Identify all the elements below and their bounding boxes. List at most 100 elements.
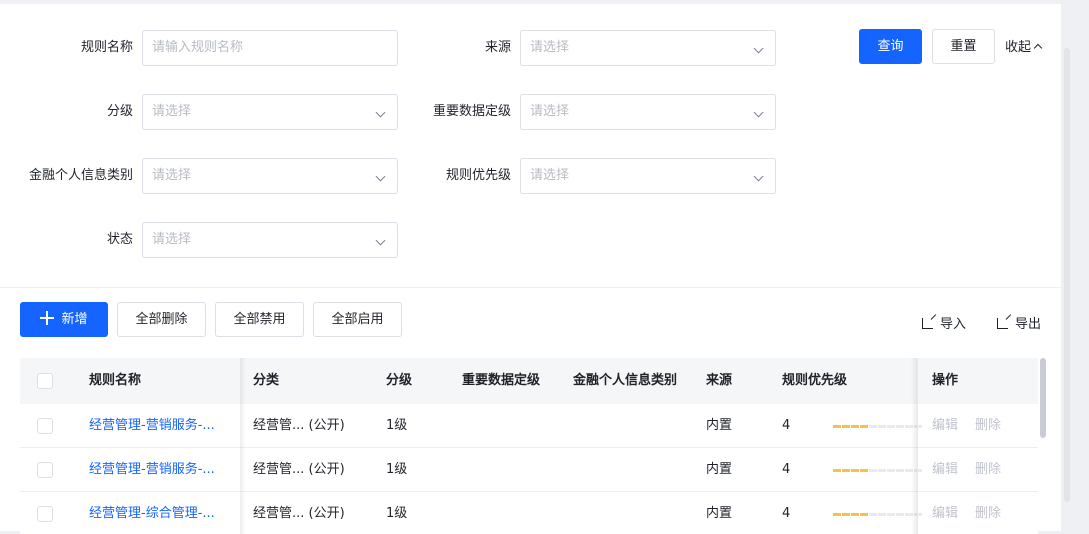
priority-segment bbox=[860, 513, 868, 516]
priority-value: 4 bbox=[782, 506, 791, 521]
chevron-up-icon bbox=[1033, 43, 1043, 53]
fixed-column-shadow-left bbox=[240, 358, 246, 534]
priority-segment bbox=[842, 513, 850, 516]
priority-segment bbox=[887, 425, 895, 428]
priority-bar bbox=[833, 425, 922, 428]
finance-category-select[interactable]: 请选择 bbox=[142, 158, 398, 194]
row-checkbox[interactable] bbox=[37, 462, 53, 478]
level-cell: 1级 bbox=[386, 506, 408, 521]
level-cell: 1级 bbox=[386, 462, 408, 477]
priority-segment bbox=[896, 469, 904, 472]
source-select[interactable]: 请选择 bbox=[520, 30, 776, 66]
edit-link[interactable]: 编辑 bbox=[932, 492, 958, 534]
enable-all-button[interactable]: 全部启用 bbox=[313, 302, 402, 337]
level-label: 分级 bbox=[106, 104, 133, 119]
add-button-label: 新增 bbox=[61, 312, 88, 327]
priority-segment bbox=[860, 425, 868, 428]
delete-link[interactable]: 删除 bbox=[975, 492, 1001, 534]
level-cell: 1级 bbox=[386, 418, 408, 433]
rule-priority-select[interactable]: 请选择 bbox=[520, 158, 776, 194]
category-cell: 经营管... (公开) bbox=[253, 506, 345, 521]
level-select[interactable]: 请选择 bbox=[142, 94, 398, 130]
important-level-placeholder: 请选择 bbox=[530, 104, 570, 119]
source-placeholder: 请选择 bbox=[530, 40, 570, 55]
source-cell: 内置 bbox=[706, 506, 733, 521]
column-header-category: 分类 bbox=[253, 373, 280, 388]
page-right-gutter bbox=[1061, 0, 1089, 534]
export-label: 导出 bbox=[1015, 317, 1042, 332]
source-cell: 内置 bbox=[706, 462, 733, 477]
priority-segment bbox=[869, 469, 877, 472]
chevron-down-icon bbox=[753, 43, 764, 54]
column-header-source: 来源 bbox=[706, 373, 733, 388]
source-cell: 内置 bbox=[706, 418, 733, 433]
chevron-down-icon bbox=[375, 235, 386, 246]
row-checkbox[interactable] bbox=[37, 418, 53, 434]
edit-link[interactable]: 编辑 bbox=[932, 404, 958, 448]
status-label: 状态 bbox=[106, 232, 133, 247]
priority-segment bbox=[878, 469, 886, 472]
priority-segment bbox=[833, 513, 841, 516]
rule-name-input[interactable]: 请输入规则名称 bbox=[142, 30, 398, 66]
source-label: 来源 bbox=[484, 40, 511, 55]
rule-priority-label: 规则优先级 bbox=[445, 168, 511, 183]
priority-segment bbox=[851, 469, 859, 472]
category-cell: 经营管... (公开) bbox=[253, 418, 345, 433]
table-row: 经营管理-营销服务-... 经营管... (公开) 1级 内置 4 编辑 删除 bbox=[20, 404, 1038, 448]
rule-name-link[interactable]: 经营管理-营销服务-... bbox=[89, 448, 215, 492]
priority-segment bbox=[851, 425, 859, 428]
rule-name-link[interactable]: 经营管理-综合管理-... bbox=[89, 492, 215, 534]
priority-segment bbox=[842, 425, 850, 428]
delete-link[interactable]: 删除 bbox=[975, 448, 1001, 492]
chevron-down-icon bbox=[753, 171, 764, 182]
priority-segment bbox=[842, 469, 850, 472]
priority-bar bbox=[833, 469, 922, 472]
table-row: 经营管理-营销服务-... 经营管... (公开) 1级 内置 4 编辑 删除 bbox=[20, 448, 1038, 492]
priority-segment bbox=[887, 469, 895, 472]
table-row: 经营管理-综合管理-... 经营管... (公开) 1级 内置 4 编辑 删除 bbox=[20, 492, 1038, 534]
priority-segment bbox=[833, 469, 841, 472]
delete-all-button[interactable]: 全部删除 bbox=[117, 302, 206, 337]
important-level-select[interactable]: 请选择 bbox=[520, 94, 776, 130]
rule-name-link[interactable]: 经营管理-营销服务-... bbox=[89, 404, 215, 448]
disable-all-button[interactable]: 全部禁用 bbox=[215, 302, 304, 337]
add-button[interactable]: 新增 bbox=[20, 302, 108, 337]
import-link[interactable]: 导入 bbox=[922, 316, 966, 334]
chevron-down-icon bbox=[375, 107, 386, 118]
delete-link[interactable]: 删除 bbox=[975, 404, 1001, 448]
rule-priority-placeholder: 请选择 bbox=[530, 168, 570, 183]
collapse-toggle[interactable]: 收起 bbox=[1005, 38, 1043, 58]
column-header-rule-name: 规则名称 bbox=[89, 373, 142, 388]
import-icon bbox=[922, 318, 933, 329]
reset-button[interactable]: 重置 bbox=[932, 29, 995, 64]
rule-management-page: 规则名称 请输入规则名称 来源 请选择 查询 重置 收起 分级 请选择 重要数据… bbox=[0, 4, 1061, 534]
priority-segment bbox=[896, 513, 904, 516]
row-checkbox[interactable] bbox=[37, 506, 53, 522]
level-placeholder: 请选择 bbox=[152, 104, 192, 119]
page-scrollbar-track[interactable] bbox=[1064, 48, 1070, 502]
important-level-label: 重要数据定级 bbox=[432, 104, 511, 119]
plus-icon bbox=[40, 311, 55, 325]
status-select[interactable]: 请选择 bbox=[142, 222, 398, 258]
priority-segment bbox=[860, 469, 868, 472]
table-scrollbar-thumb[interactable] bbox=[1040, 358, 1046, 438]
priority-segment bbox=[887, 513, 895, 516]
column-header-rule-priority: 规则优先级 bbox=[782, 373, 848, 388]
finance-category-placeholder: 请选择 bbox=[152, 168, 192, 183]
priority-segment bbox=[869, 425, 877, 428]
export-link[interactable]: 导出 bbox=[997, 316, 1041, 334]
select-all-checkbox[interactable] bbox=[37, 373, 53, 389]
priority-value: 4 bbox=[782, 418, 791, 433]
table-header: 规则名称 分类 分级 重要数据定级 金融个人信息类别 来源 规则优先级 操作 bbox=[20, 358, 1038, 404]
column-header-actions: 操作 bbox=[932, 373, 959, 388]
priority-segment bbox=[878, 425, 886, 428]
rule-name-label: 规则名称 bbox=[80, 40, 133, 55]
rule-name-placeholder: 请输入规则名称 bbox=[152, 40, 244, 55]
edit-link[interactable]: 编辑 bbox=[932, 448, 958, 492]
column-header-level: 分级 bbox=[386, 373, 413, 388]
query-button[interactable]: 查询 bbox=[859, 29, 922, 64]
import-label: 导入 bbox=[940, 317, 967, 332]
priority-segment bbox=[833, 425, 841, 428]
section-divider bbox=[0, 287, 1061, 288]
status-placeholder: 请选择 bbox=[152, 232, 192, 247]
